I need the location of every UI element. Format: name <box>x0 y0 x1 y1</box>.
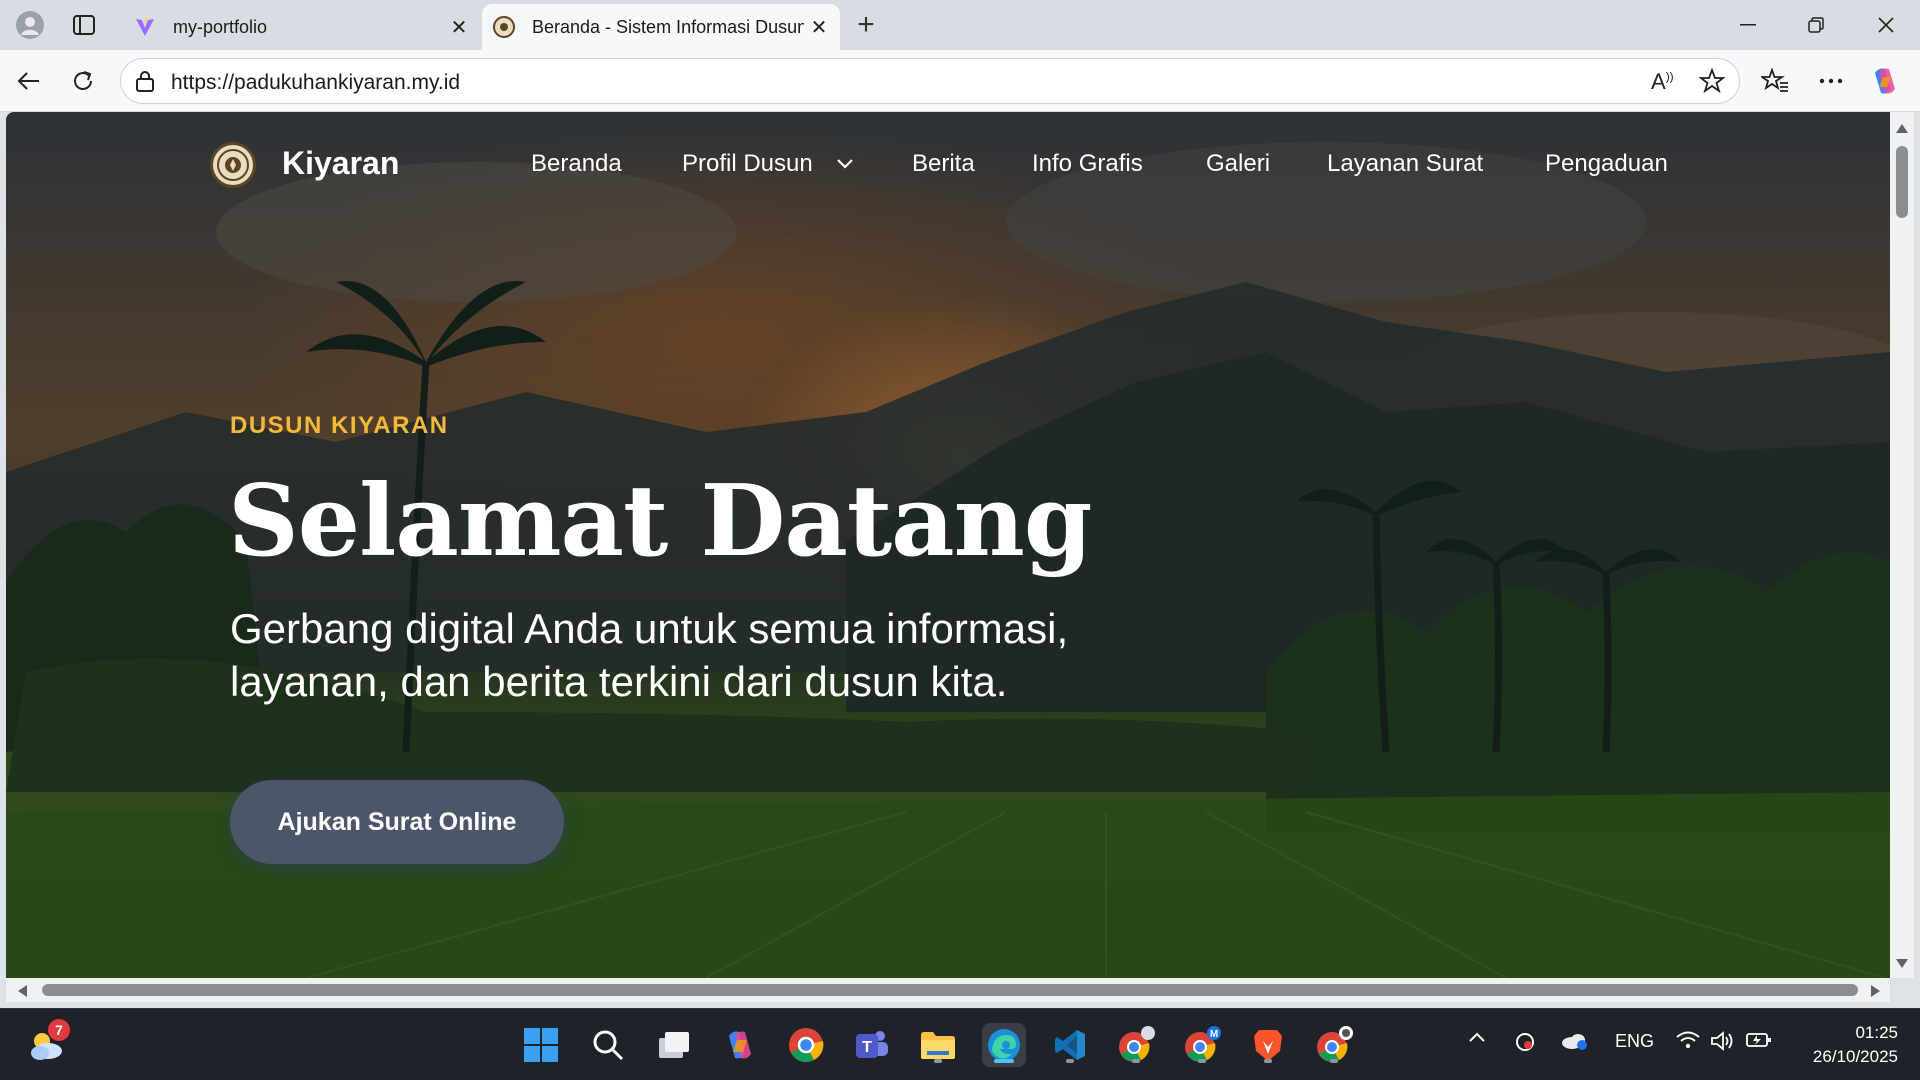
chrome-profile-icon[interactable] <box>1114 1023 1158 1067</box>
clock-date: 26/10/2025 <box>1812 1047 1898 1066</box>
weather-badge: 7 <box>48 1019 70 1041</box>
brave-icon[interactable] <box>1246 1023 1290 1067</box>
nav-layanan-surat[interactable]: Layanan Surat <box>1327 150 1483 178</box>
vscode-icon[interactable] <box>1048 1023 1092 1067</box>
nav-info-grafis[interactable]: Info Grafis <box>1032 150 1143 178</box>
browser-tab-bar: my-portfolio ✕ Beranda - Sistem Informas… <box>0 0 1920 50</box>
tab-title: Beranda - Sistem Informasi Dusun <box>532 16 804 37</box>
close-tab-icon[interactable]: ✕ <box>804 12 834 42</box>
back-icon[interactable] <box>10 62 48 100</box>
hero-subtitle: Gerbang digital Anda untuk semua informa… <box>230 602 1230 708</box>
chrome-profile-icon[interactable]: M <box>1180 1023 1224 1067</box>
scroll-left-icon[interactable] <box>16 984 28 998</box>
running-indicator <box>1198 1059 1206 1063</box>
read-aloud-icon[interactable]: A)) <box>1651 69 1674 95</box>
lock-icon[interactable] <box>135 70 155 97</box>
battery-icon[interactable] <box>1746 1031 1772 1049</box>
tab-beranda[interactable]: Beranda - Sistem Informasi Dusun ✕ <box>482 4 840 50</box>
copilot-icon[interactable] <box>1866 62 1904 100</box>
scroll-right-icon[interactable] <box>1870 984 1882 998</box>
nav-profil-dusun[interactable]: Profil Dusun <box>682 150 813 178</box>
nav-galeri[interactable]: Galeri <box>1206 150 1270 178</box>
minimize-icon[interactable] <box>1714 0 1782 50</box>
profile-icon[interactable] <box>12 8 48 42</box>
more-menu-icon[interactable] <box>1812 62 1850 100</box>
vertical-scrollbar[interactable] <box>1890 112 1914 978</box>
address-url[interactable]: https://padukuhankiyaran.my.id <box>171 71 460 95</box>
favorite-star-icon[interactable] <box>1698 67 1726 99</box>
site-brand[interactable]: Kiyaran <box>282 145 399 182</box>
hero-subtitle-line: Gerbang digital Anda untuk semua informa… <box>230 605 1069 652</box>
windows-start-icon[interactable] <box>519 1023 563 1067</box>
browser-toolbar: https://padukuhankiyaran.my.id A)) <box>0 50 1920 112</box>
volume-icon[interactable] <box>1710 1031 1734 1051</box>
running-indicator <box>1132 1059 1140 1063</box>
hero-subtitle-line: layanan, dan berita terkini dari dusun k… <box>230 658 1008 705</box>
tab-title: my-portfolio <box>173 16 268 37</box>
active-indicator <box>994 1059 1014 1063</box>
apply-letter-button[interactable]: Ajukan Surat Online <box>230 780 564 864</box>
scrollbar-thumb[interactable] <box>1896 146 1908 218</box>
running-indicator <box>934 1059 942 1063</box>
new-tab-button[interactable]: + <box>848 8 884 42</box>
scrollbar-thumb[interactable] <box>42 984 1858 996</box>
chrome-profile-icon[interactable] <box>1312 1023 1356 1067</box>
reload-icon[interactable] <box>64 62 102 100</box>
chevron-up-icon[interactable] <box>1468 1031 1486 1043</box>
village-logo[interactable] <box>210 142 256 188</box>
running-indicator <box>1066 1059 1074 1063</box>
vite-icon <box>133 15 157 39</box>
edge-icon[interactable] <box>982 1023 1026 1067</box>
running-indicator <box>1264 1059 1272 1063</box>
running-indicator <box>1330 1059 1338 1063</box>
clock-time: 01:25 <box>1855 1023 1898 1042</box>
teams-icon[interactable]: T <box>850 1023 894 1067</box>
hero-headline: Selamat Datang <box>228 464 1092 579</box>
page-viewport: Kiyaran Beranda Profil Dusun Berita Info… <box>6 112 1890 978</box>
copilot-app-icon[interactable] <box>718 1023 762 1067</box>
scroll-up-icon[interactable] <box>1895 122 1909 134</box>
system-clock[interactable]: 01:25 26/10/2025 <box>1778 1021 1898 1069</box>
close-window-icon[interactable] <box>1852 0 1920 50</box>
chevron-down-icon[interactable] <box>836 156 854 170</box>
nav-pengaduan[interactable]: Pengaduan <box>1545 150 1668 178</box>
restore-icon[interactable] <box>1782 0 1850 50</box>
windows-taskbar: 7 T M ENG 01:25 26/10/2025 <box>0 1008 1920 1080</box>
wifi-icon[interactable] <box>1676 1031 1700 1049</box>
favorites-icon[interactable] <box>1756 62 1794 100</box>
search-icon[interactable] <box>586 1023 630 1067</box>
task-view-icon[interactable] <box>652 1023 696 1067</box>
nav-beranda[interactable]: Beranda <box>531 150 622 178</box>
tab-my-portfolio[interactable]: my-portfolio ✕ <box>123 4 480 50</box>
language-indicator[interactable]: ENG <box>1615 1031 1654 1052</box>
svg-text:T: T <box>862 1039 872 1056</box>
scroll-down-icon[interactable] <box>1895 958 1909 970</box>
village-seal-icon <box>492 15 516 39</box>
nav-berita[interactable]: Berita <box>912 150 975 178</box>
onedrive-icon[interactable] <box>1560 1031 1588 1051</box>
tab-actions-icon[interactable] <box>66 8 102 42</box>
svg-text:M: M <box>1210 1029 1218 1040</box>
hero-kicker: DUSUN KIYARAN <box>230 412 449 439</box>
chrome-icon[interactable] <box>784 1023 828 1067</box>
file-explorer-icon[interactable] <box>916 1023 960 1067</box>
sync-icon[interactable] <box>1514 1031 1536 1053</box>
horizontal-scrollbar[interactable] <box>6 978 1890 1002</box>
close-tab-icon[interactable]: ✕ <box>444 12 474 42</box>
address-bar[interactable]: https://padukuhankiyaran.my.id A)) <box>120 58 1740 104</box>
